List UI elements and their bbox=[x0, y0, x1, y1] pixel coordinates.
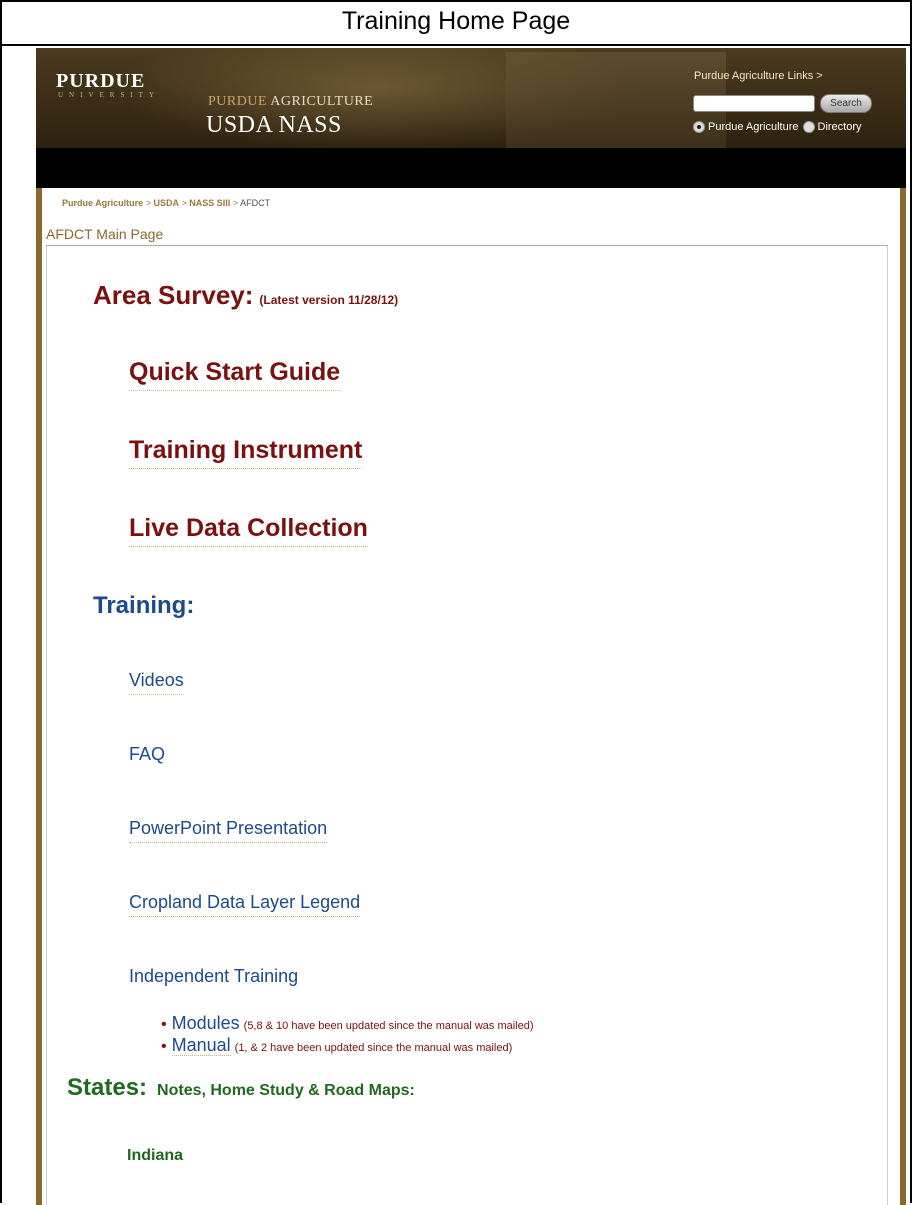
search-button[interactable]: Search bbox=[820, 94, 872, 113]
content-panel: Area Survey: (Latest version 11/28/12) Qu… bbox=[46, 246, 888, 1205]
faq-link[interactable]: FAQ bbox=[129, 744, 165, 765]
bullet-icon: • bbox=[161, 1038, 167, 1055]
independent-training-label: Independent Training bbox=[129, 966, 299, 986]
page-title: AFDCT Main Page bbox=[46, 226, 164, 242]
bullet-icon: • bbox=[161, 1016, 167, 1033]
breadcrumb-item-purdue-agriculture[interactable]: Purdue Agriculture bbox=[62, 198, 143, 208]
agriculture-suffix: AGRICULTURE bbox=[270, 94, 374, 109]
powerpoint-link[interactable]: PowerPoint Presentation bbox=[129, 818, 328, 843]
training-heading: Training: bbox=[93, 592, 195, 619]
radio-label-purdue-agriculture: Purdue Agriculture bbox=[708, 121, 799, 133]
list-item: • Modules (5,8 & 10 have been updated sinc… bbox=[161, 1013, 534, 1034]
document-frame: Training Home Page PURDUE UNIVERSITY PUR… bbox=[0, 0, 912, 1205]
training-instrument-link[interactable]: Training Instrument bbox=[129, 436, 363, 469]
breadcrumb-item-usda[interactable]: USDA bbox=[153, 198, 179, 208]
search-scope-radios: Purdue Agriculture Directory bbox=[693, 121, 866, 133]
nav-bar bbox=[36, 148, 906, 188]
agriculture-label: PURDUE AGRICULTURE bbox=[208, 94, 373, 110]
states-title: States: bbox=[67, 1074, 148, 1101]
area-survey-heading: Area Survey: (Latest version 11/28/12) bbox=[93, 280, 398, 311]
manual-link[interactable]: Manual bbox=[171, 1035, 231, 1056]
agriculture-prefix: PURDUE bbox=[208, 94, 268, 109]
modules-note: (5,8 & 10 have been updated since the ma… bbox=[243, 1020, 534, 1032]
cropland-legend-link[interactable]: Cropland Data Layer Legend bbox=[129, 892, 361, 917]
breadcrumb-separator: > bbox=[145, 198, 151, 208]
breadcrumb-separator: > bbox=[232, 198, 239, 208]
radio-label-directory: Directory bbox=[817, 121, 862, 133]
site-title[interactable]: USDA NASS bbox=[206, 112, 342, 139]
indiana-link[interactable]: Indiana bbox=[127, 1147, 183, 1165]
search-input[interactable] bbox=[693, 95, 815, 112]
live-data-collection-link[interactable]: Live Data Collection bbox=[129, 514, 368, 547]
states-subtitle: Notes, Home Study & Road Maps: bbox=[157, 1082, 415, 1099]
breadcrumb-current: AFDCT bbox=[240, 198, 271, 208]
radio-purdue-agriculture[interactable] bbox=[693, 121, 705, 133]
radio-directory[interactable] bbox=[802, 121, 815, 133]
main-content: Purdue Agriculture > USDA > NASS SIII > … bbox=[42, 188, 900, 1205]
caption-text: Training Home Page bbox=[341, 7, 571, 35]
manual-note: (1, & 2 have been updated since the manu… bbox=[234, 1042, 513, 1054]
breadcrumb-separator: > bbox=[181, 198, 187, 208]
area-survey-title: Area Survey: bbox=[93, 280, 254, 310]
site-banner: PURDUE UNIVERSITY PURDUE AGRICULTURE USD… bbox=[36, 48, 906, 148]
states-heading: States: Notes, Home Study & Road Maps: bbox=[67, 1074, 415, 1102]
purdue-logo[interactable]: PURDUE bbox=[56, 70, 145, 93]
browser-page: PURDUE UNIVERSITY PURDUE AGRICULTURE USD… bbox=[36, 48, 906, 1205]
modules-link[interactable]: Modules bbox=[172, 1013, 240, 1033]
breadcrumb-item-nass[interactable]: NASS SIII bbox=[189, 198, 230, 208]
area-survey-version: (Latest version 11/28/12) bbox=[259, 293, 399, 307]
purdue-logo-subtext: UNIVERSITY bbox=[58, 91, 160, 99]
figure-caption: Training Home Page bbox=[2, 2, 910, 46]
quick-start-guide-link[interactable]: Quick Start Guide bbox=[129, 358, 341, 391]
agriculture-links-menu[interactable]: Purdue Agriculture Links > bbox=[694, 70, 823, 82]
list-item: • Manual (1, & 2 have been updated since t… bbox=[161, 1035, 512, 1056]
breadcrumb: Purdue Agriculture > USDA > NASS SIII > … bbox=[62, 198, 270, 208]
videos-link[interactable]: Videos bbox=[129, 670, 184, 695]
